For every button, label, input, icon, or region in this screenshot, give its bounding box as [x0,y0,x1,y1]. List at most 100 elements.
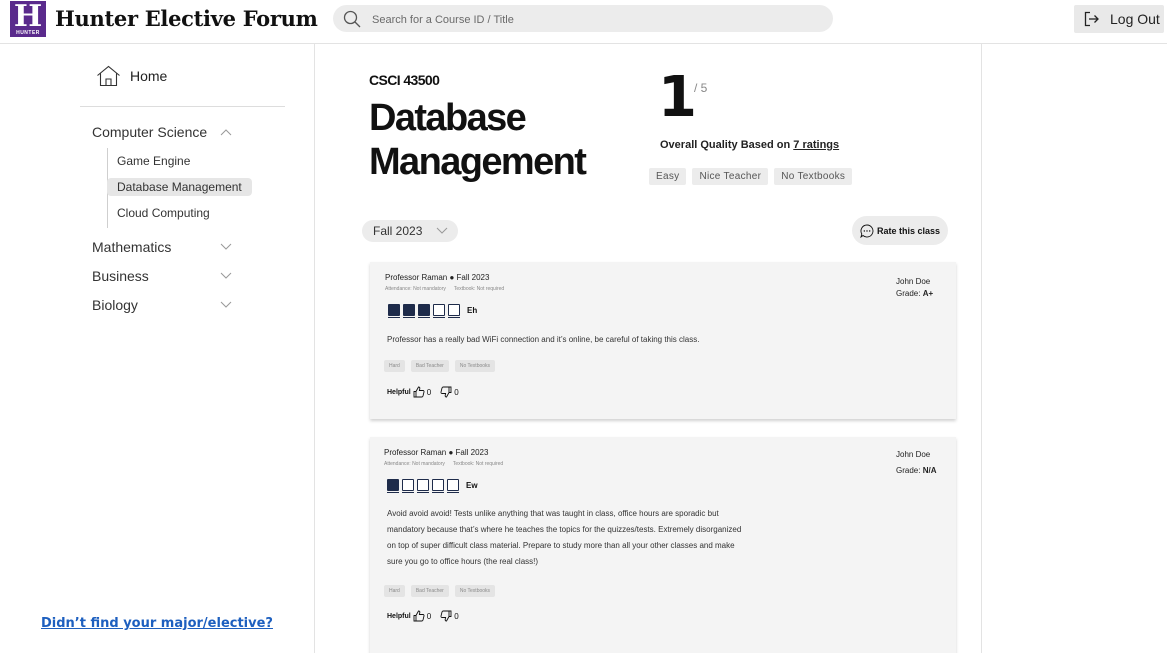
review-attendance: Attendance: Not mandatory [385,286,446,292]
chevron-down-icon [220,301,232,308]
helpful-label: Helpful [387,612,411,620]
not-found-link[interactable]: Didn’t find your major/elective? [41,616,273,631]
book-icon [432,479,444,493]
review-tag: Hard [384,585,405,597]
review-text-line: mandatory because that’s where he teache… [387,525,742,534]
book-icon [448,304,460,318]
book-icon [447,479,459,493]
book-icon [417,479,429,493]
book-icon [403,304,415,318]
review-tag: Bad Teacher [410,585,449,597]
hunter-logo[interactable]: H HUNTER [10,0,46,37]
thumbs-up-icon[interactable] [413,610,425,622]
logo-subtext: HUNTER [16,30,40,36]
top-bar: H HUNTER Hunter Elective Forum Log Out [0,0,1167,44]
chevron-down-icon [436,227,448,234]
sidebar-category-mathematics[interactable]: Mathematics [92,239,232,255]
quality-summary: Overall Quality Based on 7 ratings [660,139,839,151]
review-text-line: Professor has a really bad WiFi connecti… [387,335,700,344]
chevron-down-icon [220,243,232,250]
thumbs-up-count: 0 [426,387,432,397]
review-professor: Professor Raman [384,448,447,457]
review-card: Professor Raman ● Fall 2023 Attendance: … [370,437,956,653]
review-professor-term: Professor Raman ● Fall 2023 [384,448,489,457]
review-text-line: sure you go to office hours (the real cl… [387,557,539,566]
quality-prefix: Overall Quality Based on [660,139,794,151]
term-filter-dropdown[interactable]: Fall 2023 [362,220,458,242]
book-icon [387,479,399,493]
rate-class-button[interactable]: Rate this class [852,216,948,245]
review-professor-term: Professor Raman ● Fall 2023 [385,273,490,282]
review-tags: Hard Bad Teacher No Textbooks [384,585,496,597]
book-icon [388,304,400,318]
course-tag: No Textbooks [774,168,853,185]
course-tags: Easy Nice Teacher No Textbooks [649,168,853,185]
helpful-label: Helpful [387,388,411,396]
rate-class-label: Rate this class [877,225,941,236]
search-icon [343,10,361,28]
term-filter-label: Fall 2023 [373,224,423,238]
review-grade-label: Grade: [896,466,923,475]
sidebar-category-business[interactable]: Business [92,268,232,284]
search-input[interactable] [370,9,814,30]
book-icon [402,479,414,493]
review-rating-word: Ew [466,480,478,490]
review-tag: No Textbooks [454,360,496,372]
ratings-count-link[interactable]: 7 ratings [793,139,839,151]
thumbs-down-icon[interactable] [440,386,452,398]
overall-rating: 1 [658,65,697,130]
sidebar-item-game-engine[interactable]: Game Engine [117,154,190,168]
thumbs-down-count: 0 [454,611,459,621]
sidebar-item-database-management[interactable]: Database Management [107,178,252,196]
review-grade-value: N/A [922,466,937,475]
review-rating-books: Eh [388,304,478,318]
review-term: Fall 2023 [456,273,490,282]
review-textbook: Textbook: Not required [453,286,505,292]
category-label: Biology [92,297,138,313]
review-professor: Professor Raman [385,273,448,282]
review-text: Professor has a really bad WiFi connecti… [387,332,827,348]
home-label: Home [130,68,168,84]
course-code: CSCI 43500 [369,72,440,88]
sidebar-item-cloud-computing[interactable]: Cloud Computing [117,206,210,220]
site-title[interactable]: Hunter Elective Forum [55,6,318,31]
review-card: Professor Raman ● Fall 2023 Attendance: … [370,262,956,419]
logo-letter: H [13,0,43,34]
category-label: Computer Science [92,124,208,140]
course-tag: Nice Teacher [692,168,769,185]
sidebar-category-biology[interactable]: Biology [92,297,232,313]
review-tag: Hard [384,360,405,372]
search-bar[interactable] [333,5,833,32]
review-grade: Grade: A+ [896,289,933,298]
review-rating-books: Ew [387,479,478,493]
review-term: Fall 2023 [455,448,489,457]
sidebar-item-home[interactable]: Home [96,65,167,87]
review-text: Avoid avoid avoid! Tests unlike anything… [387,506,827,570]
rating-max: / 5 [694,81,708,95]
review-grade: Grade: N/A [896,466,936,475]
review-tag: No Textbooks [454,585,496,597]
home-icon [97,65,120,87]
main-content: CSCI 43500 Database Management 1 / 5 Ove… [315,44,982,653]
review-grade-label: Grade: [896,289,923,298]
thumbs-down-icon[interactable] [440,610,452,622]
review-tag: Bad Teacher [410,360,449,372]
chevron-down-icon [220,272,232,279]
thumbs-up-icon[interactable] [413,386,425,398]
book-icon [418,304,430,318]
review-helpful: Helpful 0 0 [387,610,468,622]
review-tags: Hard Bad Teacher No Textbooks [384,360,496,372]
book-icon [433,304,445,318]
review-rating-word: Eh [467,305,478,315]
review-helpful: Helpful 0 0 [387,386,468,398]
sidebar-category-computer-science[interactable]: Computer Science [92,124,232,140]
category-label: Business [92,268,149,284]
logout-button[interactable]: Log Out [1074,5,1164,33]
chat-bubble-icon [860,224,874,238]
logout-icon [1084,11,1099,27]
review-user: John Doe [896,277,931,286]
review-text-line: on top of super difficult class material… [387,541,735,550]
thumbs-up-count: 0 [426,611,432,621]
sidebar: Home Computer Science Game Engine Databa… [0,44,315,653]
review-meta: Attendance: Not mandatory Textbook: Not r… [384,461,511,467]
